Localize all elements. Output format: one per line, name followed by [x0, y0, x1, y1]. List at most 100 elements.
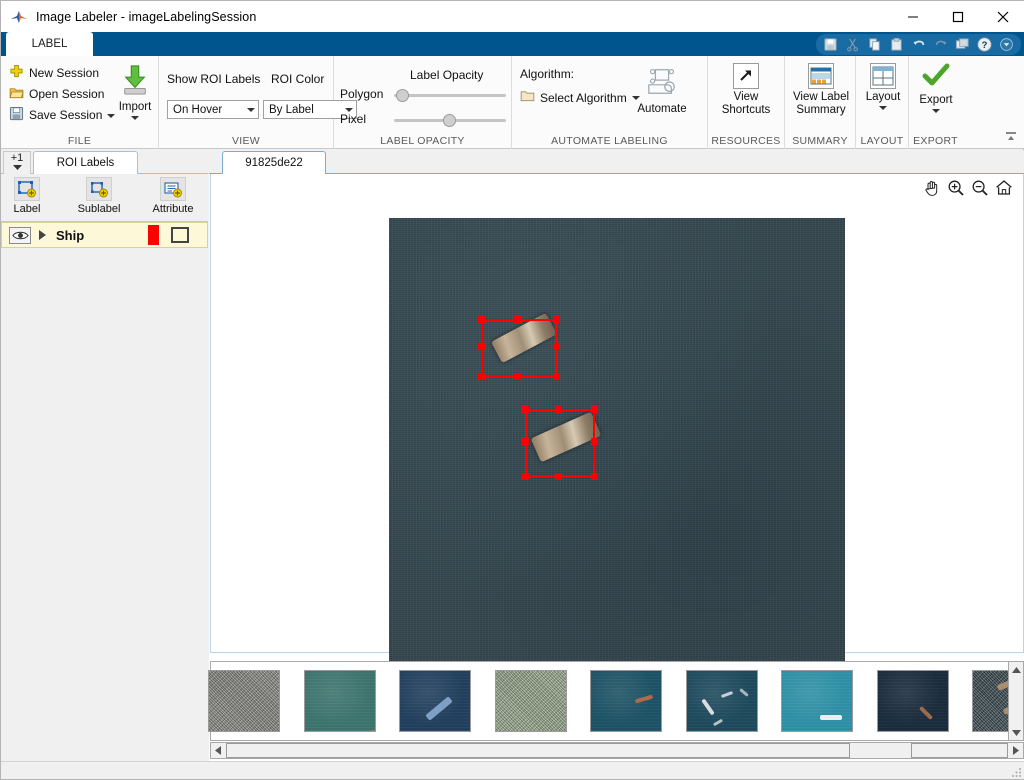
svg-text:?: ? — [982, 40, 988, 51]
chevron-down-icon[interactable] — [932, 109, 940, 113]
roi-handle[interactable] — [591, 406, 598, 413]
image-canvas[interactable] — [210, 174, 1024, 653]
roi-handle[interactable] — [591, 438, 598, 445]
tab-label[interactable]: LABEL — [6, 32, 93, 56]
thumbnail-item[interactable] — [686, 670, 758, 732]
redo-icon[interactable] — [930, 35, 951, 54]
roi-handle[interactable] — [553, 316, 560, 323]
cut-icon[interactable] — [842, 35, 863, 54]
horizontal-scroll-thumb-right[interactable] — [911, 743, 1008, 758]
layout-button[interactable]: Layout — [853, 63, 913, 110]
thumbnail-item[interactable] — [877, 670, 949, 732]
thumbnail-item[interactable] — [399, 670, 471, 732]
roi-handle[interactable] — [478, 373, 485, 380]
close-button[interactable] — [980, 1, 1024, 32]
open-session-label: Open Session — [29, 87, 104, 101]
collapse-ribbon-icon[interactable] — [1001, 128, 1021, 146]
thumbnail-item[interactable] — [781, 670, 853, 732]
roi-handle[interactable] — [478, 316, 485, 323]
ribbon-group-view-title: VIEW — [159, 135, 333, 147]
thumbnail-strip[interactable] — [210, 661, 1024, 741]
polygon-slider-thumb[interactable] — [396, 89, 409, 102]
list-item[interactable]: Ship — [1, 222, 208, 248]
ribbon-group-automate: Algorithm: Select Algorithm — [512, 56, 708, 149]
paste-icon[interactable] — [886, 35, 907, 54]
thumbnail-item[interactable] — [590, 670, 662, 732]
ribbon-group-resources: View Shortcuts RESOURCES — [708, 56, 785, 149]
attribute-button[interactable]: Attribute — [149, 177, 197, 215]
roi-labels-panel: +1 ROI Labels — [1, 150, 208, 763]
roi-handle[interactable] — [555, 473, 562, 480]
export-button[interactable]: Export — [906, 63, 966, 113]
scroll-right-icon[interactable] — [1008, 743, 1023, 758]
zoom-out-icon[interactable] — [971, 179, 989, 197]
pixel-slider-thumb[interactable] — [443, 114, 456, 127]
labeled-image[interactable] — [389, 218, 845, 674]
import-button[interactable]: Import — [105, 64, 165, 120]
ribbon-group-layout: Layout LAYOUT — [856, 56, 909, 149]
save-session-button[interactable]: Save Session — [1, 104, 115, 125]
roi-handle[interactable] — [553, 343, 560, 350]
matlab-icon — [10, 8, 28, 26]
label-color-swatch[interactable] — [148, 225, 159, 245]
visibility-eye-icon[interactable] — [9, 227, 31, 244]
sublabel-button[interactable]: Sublabel — [75, 177, 123, 215]
pan-icon[interactable] — [923, 179, 941, 197]
chevron-down-icon[interactable] — [879, 106, 887, 110]
automate-button[interactable]: Automate — [630, 66, 694, 116]
pixel-label: Pixel — [340, 112, 366, 126]
roi-rectangle[interactable] — [525, 409, 595, 477]
roi-handle[interactable] — [478, 343, 485, 350]
roi-handle[interactable] — [522, 438, 529, 445]
horizontal-scroll-thumb[interactable] — [226, 743, 850, 758]
minimize-button[interactable] — [890, 1, 935, 32]
fit-to-window-icon[interactable] — [995, 179, 1013, 197]
scroll-left-icon[interactable] — [211, 743, 226, 758]
polygon-opacity-slider[interactable] — [394, 94, 506, 97]
help-icon[interactable]: ? — [974, 35, 995, 54]
copy-icon[interactable] — [864, 35, 885, 54]
thumbnail-item[interactable] — [495, 670, 567, 732]
expand-arrow-icon[interactable] — [39, 230, 46, 240]
thumbnail-water — [782, 671, 852, 731]
roi-handle[interactable] — [591, 473, 598, 480]
label-name: Ship — [56, 228, 84, 243]
resize-grip-icon[interactable] — [1011, 766, 1022, 777]
save-icon[interactable] — [820, 35, 841, 54]
water-background — [389, 218, 845, 674]
more-tabs-button[interactable]: +1 — [3, 151, 31, 174]
attribute-button-label: Attribute — [153, 203, 194, 215]
thumbnail-item[interactable] — [208, 670, 280, 732]
view-label-summary-button[interactable]: View Label Summary — [789, 63, 853, 116]
roi-handle[interactable] — [514, 373, 521, 380]
label-button[interactable]: Label — [3, 177, 51, 215]
ribbon-group-resources-title: RESOURCES — [708, 135, 784, 147]
thumbnail-item[interactable] — [304, 670, 376, 732]
thumbnail-vertical-scrollbar[interactable] — [1008, 661, 1024, 741]
thumbnail-water — [878, 671, 948, 731]
layout-icon[interactable] — [952, 35, 973, 54]
thumbnail-horizontal-scrollbar[interactable] — [210, 742, 1024, 759]
scroll-up-icon[interactable] — [1009, 662, 1023, 676]
roi-handle[interactable] — [514, 316, 521, 323]
roi-handle[interactable] — [522, 406, 529, 413]
undo-icon[interactable] — [908, 35, 929, 54]
roi-handle[interactable] — [522, 473, 529, 480]
scroll-down-icon[interactable] — [1009, 726, 1023, 740]
roi-handle[interactable] — [555, 406, 562, 413]
pixel-opacity-slider[interactable] — [394, 119, 506, 122]
select-algorithm-button[interactable]: Select Algorithm — [520, 89, 640, 106]
add-sublabel-icon — [86, 177, 112, 201]
maximize-button[interactable] — [935, 1, 980, 32]
roi-handle[interactable] — [553, 373, 560, 380]
new-session-button[interactable]: New Session — [1, 62, 115, 83]
view-shortcuts-button[interactable]: View Shortcuts — [716, 63, 776, 116]
open-session-button[interactable]: Open Session — [1, 83, 115, 104]
chevron-down-icon[interactable] — [131, 116, 139, 120]
tab-image[interactable]: 91825de22 — [222, 151, 326, 174]
tab-roi-labels[interactable]: ROI Labels — [33, 151, 138, 174]
show-roi-labels-dropdown[interactable]: On Hover — [167, 100, 259, 119]
zoom-in-icon[interactable] — [947, 179, 965, 197]
chevron-down-icon[interactable] — [996, 35, 1017, 54]
roi-rectangle[interactable] — [481, 319, 557, 377]
